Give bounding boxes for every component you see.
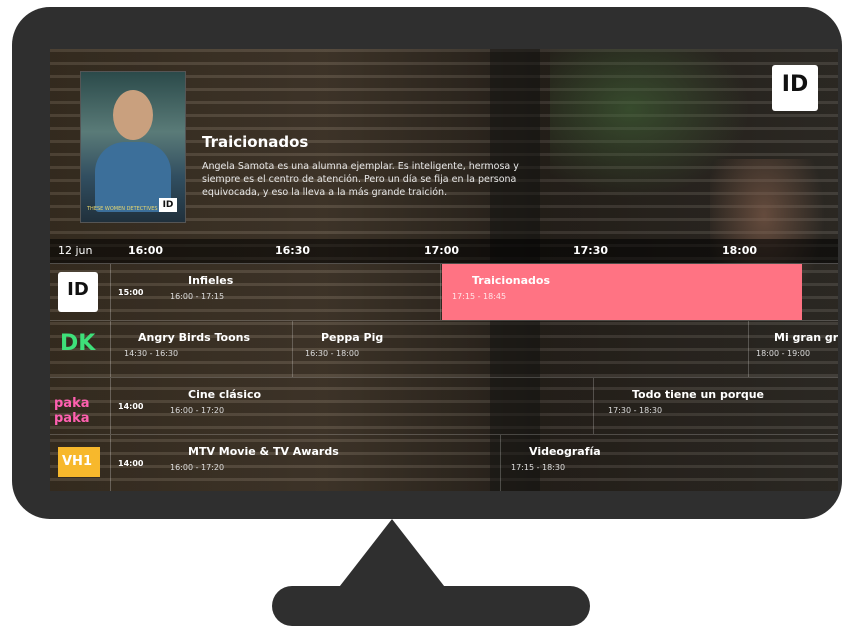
program-cell[interactable]: Angry Birds Toons 14:30 - 16:30 <box>112 321 293 377</box>
program-title: Angry Birds Toons <box>138 331 251 344</box>
program-poster: THESE WOMEN DETECTIVES ID <box>80 71 186 223</box>
program-title: Traicionados <box>472 274 550 287</box>
time-tick: 16:30 <box>275 244 311 257</box>
program-cell[interactable]: MTV Movie & TV Awards 16:00 - 17:20 <box>150 435 501 491</box>
time-bar: 12 jun 16:00 16:30 17:00 17:30 18:00 <box>50 239 838 264</box>
program-time-range: 17:15 - 18:30 <box>511 463 566 472</box>
channel-row-id: ID 15:00 Infieles 16:00 - 17:15 Traicion… <box>50 264 838 321</box>
channel-row-dk: DK Angry Birds Toons 14:30 - 16:30 Peppa… <box>50 321 838 378</box>
channel-row-vh1: VH1 14:00 MTV Movie & TV Awards 16:00 - … <box>50 435 838 491</box>
program-time-range: 16:30 - 18:00 <box>305 349 360 358</box>
program-title: Infieles <box>188 274 234 287</box>
pakapaka-logo-icon: paka paka <box>54 396 90 426</box>
channel-logo[interactable]: VH1 <box>50 435 111 491</box>
time-tick: 18:00 <box>722 244 758 257</box>
program-title: Mi gran gr <box>774 331 838 344</box>
channel-id-logo: ID <box>772 65 818 111</box>
program-time-range: 18:00 - 19:00 <box>756 349 811 358</box>
program-title: Cine clásico <box>188 388 262 401</box>
row-start-time: 15:00 <box>118 288 144 297</box>
program-title: Traicionados <box>202 133 309 151</box>
program-description: Angela Samota es una alumna ejemplar. Es… <box>202 161 519 198</box>
program-cell[interactable]: Todo tiene un porque 17:30 - 18:30 <box>594 378 838 434</box>
epg-grid: ID 15:00 Infieles 16:00 - 17:15 Traicion… <box>50 264 838 491</box>
program-cell[interactable]: Mi gran gr 18:00 - 19:00 <box>750 321 838 377</box>
program-cell[interactable]: Infieles 16:00 - 17:15 <box>150 264 441 320</box>
tv-screen: THESE WOMEN DETECTIVES ID Traicionados A… <box>50 49 838 491</box>
program-cell[interactable]: Cine clásico 16:00 - 17:20 <box>150 378 594 434</box>
program-cell[interactable]: Peppa Pig 16:30 - 18:00 <box>293 321 749 377</box>
date-label: 12 jun <box>58 244 93 257</box>
program-time-range: 17:15 - 18:45 <box>452 292 507 301</box>
program-time-range: 16:00 - 17:20 <box>170 406 225 415</box>
program-cell-selected[interactable]: Traicionados 17:15 - 18:45 <box>442 264 802 320</box>
time-tick: 17:30 <box>573 244 609 257</box>
program-title: MTV Movie & TV Awards <box>188 445 339 458</box>
program-time-range: 16:00 - 17:15 <box>170 292 225 301</box>
monitor-stand-base <box>272 586 590 626</box>
poster-id-logo: ID <box>159 198 177 212</box>
poster-face <box>113 90 153 140</box>
program-time-range: 16:00 - 17:20 <box>170 463 225 472</box>
time-tick: 17:00 <box>424 244 460 257</box>
monitor-frame: THESE WOMEN DETECTIVES ID Traicionados A… <box>12 7 842 519</box>
program-time-range: 17:30 - 18:30 <box>608 406 663 415</box>
time-tick: 16:00 <box>128 244 164 257</box>
id-logo-icon: ID <box>58 272 98 312</box>
channel-logo[interactable]: ID <box>50 264 111 320</box>
vh1-logo-icon: VH1 <box>58 447 100 477</box>
monitor-stand-neck <box>337 519 447 589</box>
channel-logo[interactable]: paka paka <box>50 378 111 434</box>
program-time-range: 14:30 - 16:30 <box>124 349 179 358</box>
program-title: Peppa Pig <box>321 331 384 344</box>
program-cell[interactable]: Videografía 17:15 - 18:30 <box>501 435 838 491</box>
channel-row-pakapaka: paka paka 14:00 Cine clásico 16:00 - 17:… <box>50 378 838 435</box>
program-title: Videografía <box>529 445 601 458</box>
row-start-time: 14:00 <box>118 402 144 411</box>
poster-tagline: THESE WOMEN DETECTIVES <box>87 206 158 212</box>
channel-logo[interactable]: DK <box>50 321 111 377</box>
program-title: Todo tiene un porque <box>632 388 764 401</box>
dk-logo-icon: DK <box>60 331 96 356</box>
row-start-time: 14:00 <box>118 459 144 468</box>
